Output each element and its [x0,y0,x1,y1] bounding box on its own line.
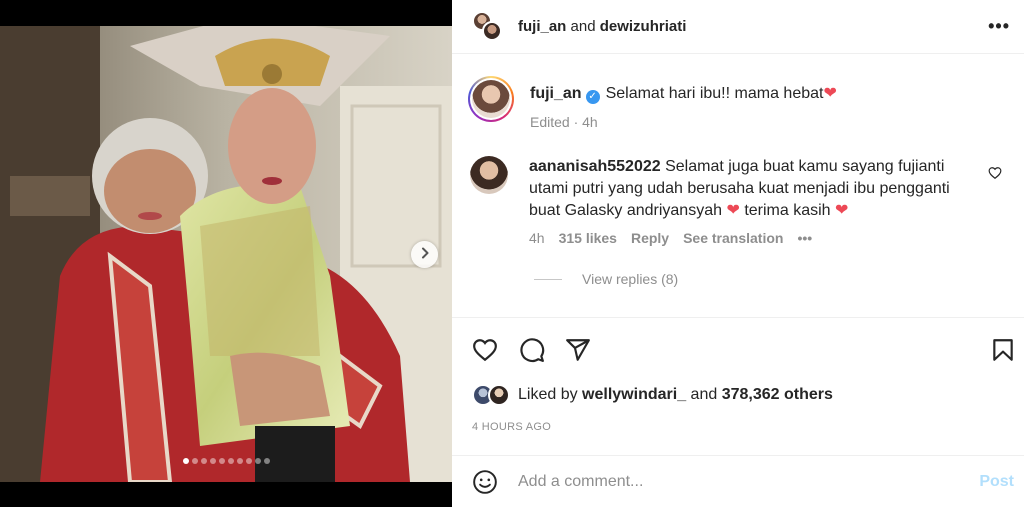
comment-item: aananisah552022 Selamat juga buat kamu s… [470,156,1006,246]
comment-username[interactable]: aananisah552022 [529,158,661,175]
carousel-dot [191,458,198,464]
smiley-icon [472,469,498,499]
post-comment-button[interactable]: Post [979,473,1014,491]
caption-meta: Edited · 4h [530,114,598,130]
avatar[interactable] [470,156,508,194]
share-button[interactable] [565,337,591,363]
comments-section: fuji_an ✓ Selamat hari ibu!! mama hebat❤ E… [452,54,1024,318]
comment-likes-count[interactable]: 315 likes [559,230,617,246]
collab-avatars[interactable] [472,10,504,43]
liked-by-user[interactable]: wellywindari_ [582,386,686,403]
liked-by-text: Liked by wellywindari_ and 378,362 other… [518,386,833,404]
caption-text: fuji_an ✓ Selamat hari ibu!! mama hebat❤ [530,84,837,104]
likes-count-link[interactable]: 378,362 others [722,386,833,403]
view-replies-button[interactable]: View replies (8) [534,271,678,287]
carousel-dot [263,458,270,464]
carousel-dot [254,458,261,464]
next-slide-button[interactable] [411,241,438,268]
more-options-button[interactable]: ••• [988,16,1010,37]
comment-like-button[interactable] [988,166,1002,180]
comment-body-2: terima kasih [744,202,831,219]
carousel-dot [182,458,189,464]
heart-icon [472,339,498,367]
comment-input[interactable] [518,472,980,491]
story-ring[interactable] [468,76,514,122]
liked-by-middle: and [686,386,722,403]
avatar [482,20,502,41]
header-joiner: and [566,18,600,35]
post-actions [452,318,1024,380]
caption-username[interactable]: fuji_an [530,85,582,102]
header-username-2[interactable]: dewizuhriati [600,18,687,35]
chevron-right-icon [419,246,431,264]
verified-badge-icon: ✓ [585,90,600,104]
save-button[interactable] [990,337,1016,363]
caption-body: Selamat hari ibu!! mama hebat [605,85,824,102]
carousel-dot [245,458,252,464]
comment-text: aananisah552022 Selamat juga buat kamu s… [529,156,969,222]
liked-by-prefix: Liked by [518,386,583,403]
carousel-dot [200,458,207,464]
heart-emoji: ❤ [823,85,837,102]
carousel-indicators [0,458,452,464]
post-header: fuji_an and dewizuhriati ••• [452,0,1024,54]
avatar [488,384,510,406]
caption: fuji_an ✓ Selamat hari ibu!! mama hebat❤ E… [468,76,837,130]
divider [534,278,562,280]
add-comment-bar: Post [452,455,1024,507]
comment-more-icon[interactable]: ••• [797,230,812,246]
view-replies-label: View replies (8) [582,271,679,287]
heart-emoji: ❤ [726,202,740,219]
header-username-1[interactable]: fuji_an [518,18,566,35]
bookmark-icon [990,339,1016,367]
more-horizontal-icon: ••• [988,16,1010,36]
paper-plane-icon [565,339,591,367]
heart-emoji: ❤ [835,202,849,219]
carousel-dot [209,458,216,464]
liked-by: Liked by wellywindari_ and 378,362 other… [472,384,833,406]
post-media [0,0,452,507]
reply-button[interactable]: Reply [631,230,669,246]
carousel-dot [236,458,243,464]
comment-bubble-icon [519,338,545,367]
comment-time: 4h [529,230,545,246]
emoji-button[interactable] [472,469,498,495]
carousel-dot [227,458,234,464]
like-button[interactable] [472,337,498,363]
heart-outline-icon [988,167,1002,184]
post-timestamp[interactable]: 4 HOURS AGO [472,421,551,433]
post-side-panel: fuji_an and dewizuhriati ••• fuji_an ✓ Sel… [452,0,1024,507]
post-photo [0,26,452,482]
comment-button[interactable] [519,337,545,363]
collab-names: fuji_an and dewizuhriati [518,18,686,35]
see-translation-link[interactable]: See translation [683,230,783,246]
avatar [472,80,510,118]
carousel-dot [218,458,225,464]
comment-meta: 4h 315 likes Reply See translation ••• [529,230,1006,246]
